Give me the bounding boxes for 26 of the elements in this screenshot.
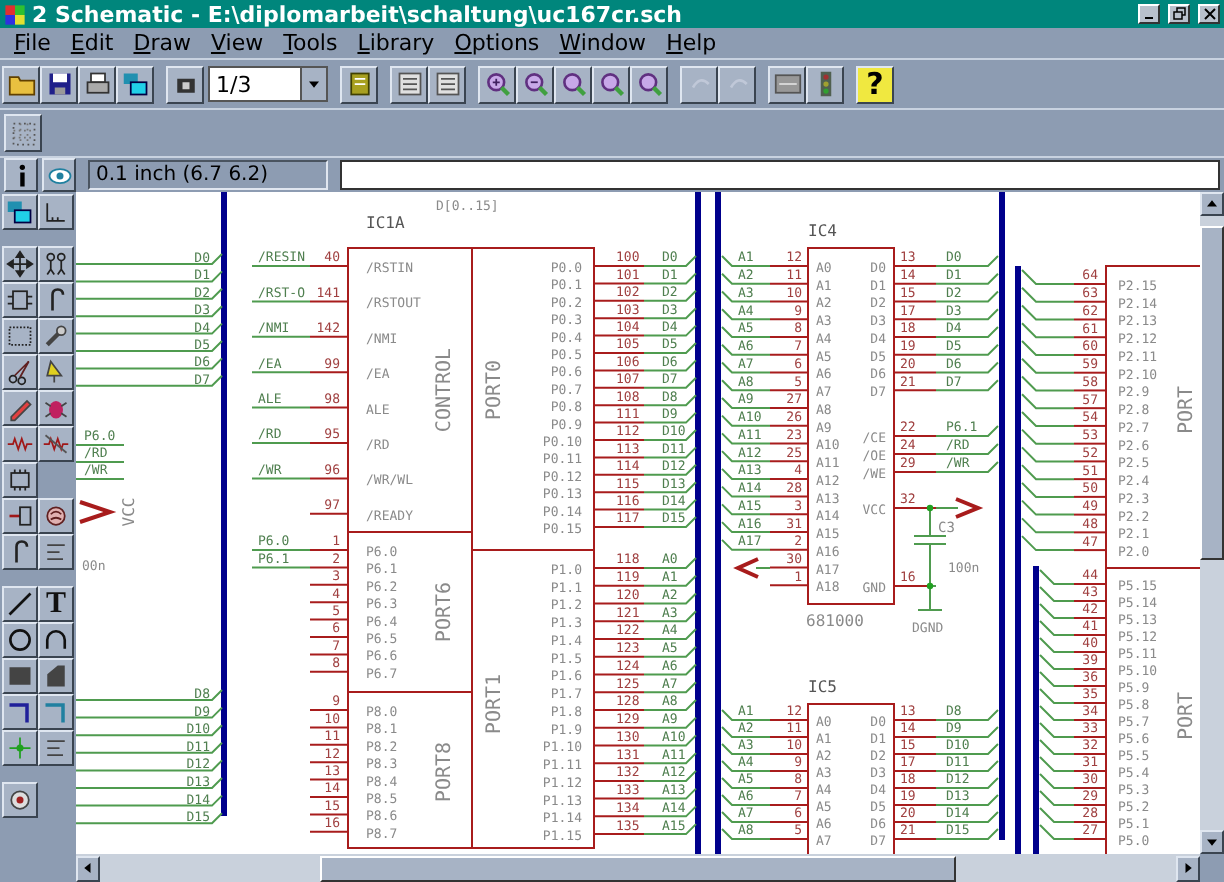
window-title: 2 Schematic - E:\diplomarbeit\schaltung\uc167cr.sch xyxy=(32,1,685,27)
menu-item[interactable]: Draw xyxy=(123,30,201,56)
menu-item[interactable]: Help xyxy=(656,30,727,56)
menu-item[interactable]: Edit xyxy=(60,30,124,56)
block-label: CONTROL xyxy=(434,347,456,433)
component-ref: IC4 xyxy=(808,222,837,240)
page-select[interactable]: 1/3 xyxy=(208,66,328,102)
power-label: VCC xyxy=(120,497,138,527)
component-ref: IC5 xyxy=(808,678,837,696)
block-label: PORT8 xyxy=(434,741,456,803)
menu-item[interactable]: Window xyxy=(549,30,657,56)
menu-item[interactable]: File xyxy=(4,30,61,56)
component-ref: IC1A xyxy=(366,214,405,232)
block-label: PORT xyxy=(1176,691,1198,741)
menu-item[interactable]: Options xyxy=(444,30,550,56)
menu-item[interactable]: Library xyxy=(347,30,445,56)
block-label: PORT0 xyxy=(484,359,506,421)
block-label: PORT6 xyxy=(434,581,456,643)
menu-item[interactable]: Tools xyxy=(273,30,348,56)
grid-size-field: 0.1 inch (6.7 6.2) xyxy=(88,160,328,190)
help-button[interactable]: ? xyxy=(856,65,894,103)
block-label: PORT1 xyxy=(484,673,506,735)
part-number: 681000 xyxy=(806,612,864,630)
block-label: PORT xyxy=(1176,385,1198,435)
text-tool-button[interactable]: T xyxy=(38,586,74,622)
menu-item[interactable]: View xyxy=(200,30,274,56)
